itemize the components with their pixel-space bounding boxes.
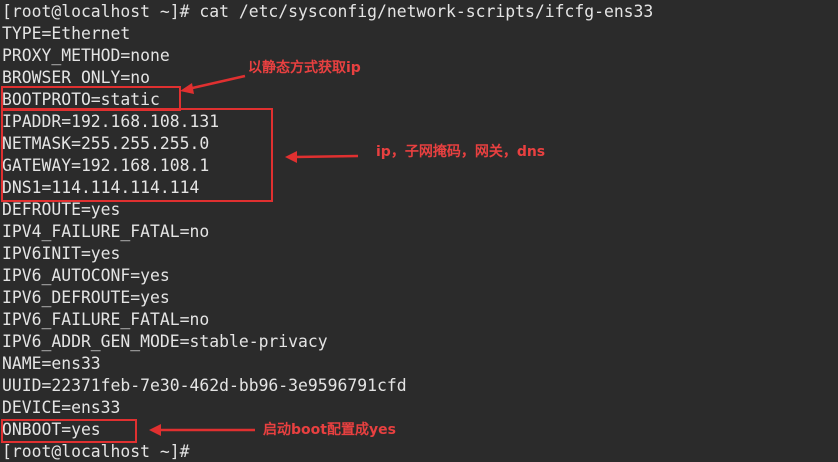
bootproto-annotation: 以静态方式获取ip <box>248 60 361 76</box>
config-line-ipv4-failure-fatal: IPV4_FAILURE_FATAL=no <box>2 222 210 241</box>
config-line-type: TYPE=Ethernet <box>2 24 131 43</box>
config-line-defroute: DEFROUTE=yes <box>2 200 121 219</box>
terminal-window[interactable]: [root@localhost ~]# cat /etc/sysconfig/n… <box>0 0 838 462</box>
config-line-ipv6-defroute: IPV6_DEFROUTE=yes <box>2 288 170 307</box>
config-line-name: NAME=ens33 <box>2 354 101 373</box>
config-line-ipv6-addr-gen-mode: IPV6_ADDR_GEN_MODE=stable-privacy <box>2 332 328 351</box>
command-prompt-line: [root@localhost ~]# cat /etc/sysconfig/n… <box>2 2 654 21</box>
onboot-annotation: 启动boot配置成yes <box>263 422 396 438</box>
network-settings-highlight-box <box>1 108 273 202</box>
config-line-ipv6init: IPV6INIT=yes <box>2 244 121 263</box>
network-annotation: ip，子网掩码，网关，dns <box>376 144 546 160</box>
config-line-device: DEVICE=ens33 <box>2 398 121 417</box>
config-line-ipv6-autoconf: IPV6_AUTOCONF=yes <box>2 266 170 285</box>
config-line-ipv6-failure-fatal: IPV6_FAILURE_FATAL=no <box>2 310 210 329</box>
onboot-highlight-box <box>1 419 137 443</box>
command-prompt-line-final[interactable]: [root@localhost ~]# <box>2 441 653 462</box>
config-line-uuid: UUID=22371feb-7e30-462d-bb96-3e9596791cf… <box>2 376 407 395</box>
